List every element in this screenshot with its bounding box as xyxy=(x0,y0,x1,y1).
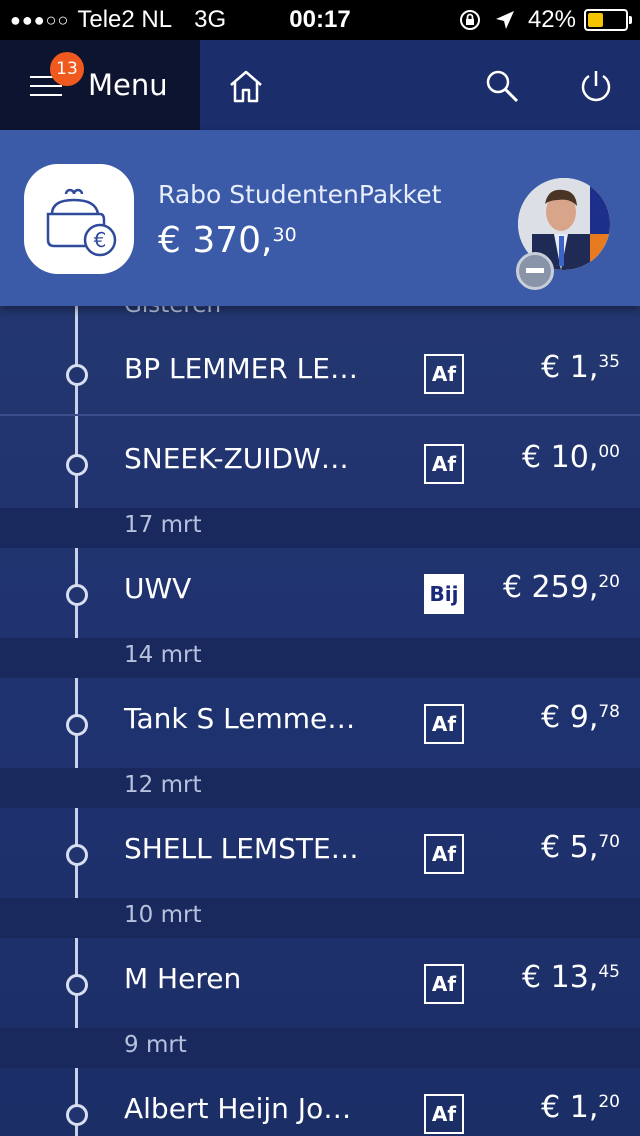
transaction-description: Tank S Lemme… xyxy=(124,702,356,735)
divider xyxy=(0,414,640,416)
timeline-node-icon xyxy=(66,974,88,996)
transaction-description: SHELL LEMSTE… xyxy=(124,832,359,865)
transaction-amount: € 10,00 xyxy=(522,440,620,475)
transaction-type-badge: Af xyxy=(424,1094,464,1134)
date-header: 17 mrt xyxy=(0,508,640,548)
timeline-node-icon xyxy=(66,584,88,606)
transaction-row[interactable]: UWV Bij € 259,20 xyxy=(0,548,640,638)
transaction-type-badge: Af xyxy=(424,704,464,744)
transaction-row[interactable]: M Heren Af € 13,45 xyxy=(0,938,640,1028)
account-balance: € 370,30 xyxy=(158,220,297,261)
battery-icon xyxy=(584,9,632,31)
search-icon[interactable] xyxy=(484,68,520,104)
menu-button[interactable]: 13 Menu xyxy=(0,40,200,130)
transaction-row[interactable]: SNEEK-ZUIDW… Af € 10,00 xyxy=(0,418,640,508)
timeline-node-icon xyxy=(66,714,88,736)
menu-label: Menu xyxy=(88,68,168,102)
location-arrow-icon xyxy=(495,11,514,29)
power-icon[interactable] xyxy=(578,68,614,104)
transaction-type-badge: Af xyxy=(424,354,464,394)
transaction-description: UWV xyxy=(124,572,192,605)
transaction-type-badge: Af xyxy=(424,834,464,874)
battery-percentage: 42% xyxy=(527,6,576,33)
home-icon[interactable] xyxy=(228,68,264,104)
transaction-row[interactable]: Tank S Lemme… Af € 9,78 xyxy=(0,678,640,768)
timeline-node-icon xyxy=(66,844,88,866)
account-name: Rabo StudentenPakket xyxy=(158,180,442,209)
timeline-node-icon xyxy=(66,364,88,386)
rotation-lock-icon xyxy=(459,10,480,30)
transaction-amount: € 1,35 xyxy=(541,350,620,385)
status-bar: ●●●○○ Tele2 NL 3G 00:17 42% xyxy=(0,0,640,40)
transaction-row[interactable]: BP LEMMER LE… Af € 1,35 xyxy=(0,328,640,418)
top-navbar: 13 Menu xyxy=(0,40,640,130)
transaction-type-badge: Af xyxy=(424,964,464,1004)
remove-icon[interactable] xyxy=(516,252,554,290)
timeline-node-icon xyxy=(66,454,88,476)
transaction-amount: € 1,20 xyxy=(541,1090,620,1125)
transaction-amount: € 5,70 xyxy=(541,830,620,865)
wallet-euro-icon: € xyxy=(24,164,134,274)
transaction-row[interactable]: SHELL LEMSTE… Af € 5,70 xyxy=(0,808,640,898)
transaction-description: Albert Heijn Jo… xyxy=(124,1092,352,1125)
transaction-type-badge: Af xyxy=(424,444,464,484)
date-header: 9 mrt xyxy=(0,1028,640,1068)
transaction-amount: € 259,20 xyxy=(502,570,620,605)
notification-badge: 13 xyxy=(50,52,84,86)
transaction-type-badge: Bij xyxy=(424,574,464,614)
transaction-list: Gisteren BP LEMMER LE… Af € 1,35 SNEEK-Z… xyxy=(0,306,640,1136)
date-header: 10 mrt xyxy=(0,898,640,938)
transaction-description: SNEEK-ZUIDW… xyxy=(124,442,349,475)
timeline-node-icon xyxy=(66,1104,88,1126)
transaction-description: M Heren xyxy=(124,962,242,995)
date-header: 14 mrt xyxy=(0,638,640,678)
transaction-amount: € 13,45 xyxy=(522,960,620,995)
svg-text:€: € xyxy=(94,228,107,252)
transaction-row[interactable]: Albert Heijn Jo… Af € 1,20 xyxy=(0,1068,640,1136)
date-header: Gisteren xyxy=(124,306,221,318)
date-header: 12 mrt xyxy=(0,768,640,808)
transaction-description: BP LEMMER LE… xyxy=(124,352,358,385)
transaction-amount: € 9,78 xyxy=(541,700,620,735)
